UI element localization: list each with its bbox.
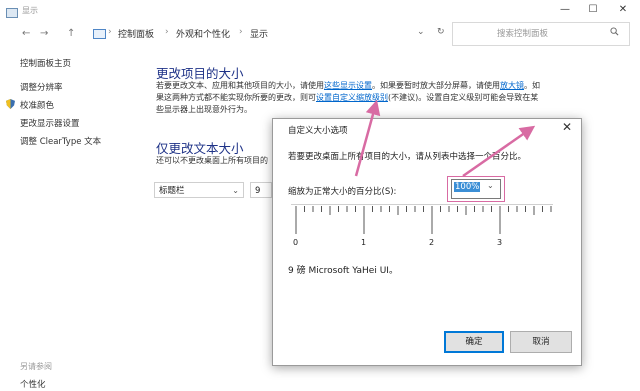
annotation-arrow-to-percent <box>462 125 536 178</box>
annotation-arrows <box>354 99 536 178</box>
annotation-arrow-to-link <box>354 99 381 177</box>
